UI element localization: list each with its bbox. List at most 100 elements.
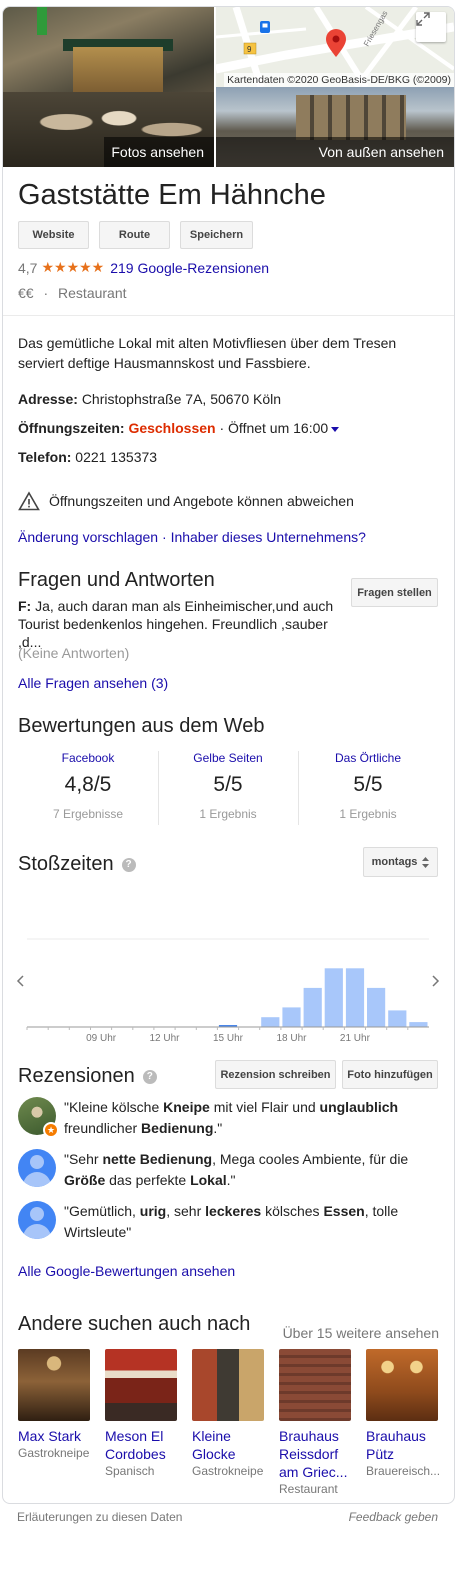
chart-bar [409, 1022, 428, 1027]
chart-bar [282, 1007, 301, 1027]
chevron-right-icon[interactable] [432, 975, 440, 987]
hours-row[interactable]: Öffnungszeiten: Geschlossen · Öffnet um … [18, 420, 340, 436]
hours-warning: Öffnungszeiten und Angebote können abwei… [18, 491, 354, 511]
meta-row: €€ · Restaurant [18, 285, 127, 301]
address-row: Adresse: Christophstraße 7A, 50670 Köln [18, 391, 281, 407]
place-name[interactable]: Brauhaus Pütz [366, 1427, 446, 1463]
review-snippet[interactable]: "Gemütlich, urig, sehr leckeres kölsches… [18, 1201, 443, 1243]
photos-tile[interactable]: Fotos ansehen [3, 7, 214, 167]
map-credit: Kartendaten ©2020 GeoBasis-DE/BKG (©2009… [224, 73, 454, 87]
place-name[interactable]: Kleine Glocke [192, 1427, 272, 1463]
address-value: Christophstraße 7A, 50670 Köln [81, 391, 282, 407]
expand-map-button[interactable] [416, 12, 446, 42]
owner-link[interactable]: Inhaber dieses Unternehmens? [171, 529, 366, 545]
phone-row: Telefon: 0221 135373 [18, 449, 157, 465]
expand-icon [416, 12, 430, 26]
phone-value[interactable]: 0221 135373 [75, 449, 157, 465]
chart-tick-label: 09 Uhr [86, 1033, 117, 1044]
hours-next: · Öffnet um 16:00 [219, 420, 329, 436]
reviews-label: Rezensionen [18, 1065, 135, 1087]
hours-status: Geschlossen [128, 420, 216, 436]
chart-bar [367, 987, 386, 1027]
chart-tick-label: 18 Uhr [276, 1033, 307, 1044]
review-snippet[interactable]: "Sehr nette Bedienung, Mega cooles Ambie… [18, 1149, 443, 1191]
related-place[interactable]: Meson El Cordobes Spanisch [105, 1349, 185, 1480]
phone-label: Telefon: [18, 449, 72, 465]
description: Das gemütliche Lokal mit alten Motivflie… [18, 335, 397, 371]
related-place[interactable]: Max Stark Gastrokneipe [18, 1349, 98, 1462]
web-review-source[interactable]: Facebook [18, 751, 158, 765]
category: Restaurant [58, 285, 127, 301]
related-place[interactable]: Brauhaus Pütz Brauereisch... [366, 1349, 446, 1480]
link-separator: · [162, 529, 167, 545]
place-name[interactable]: Brauhaus Reissdorf am Griec... [279, 1427, 359, 1481]
map-tile[interactable]: 9 Friesengas Kartendaten ©2020 GeoBasis-… [216, 7, 454, 87]
chart-tick-label: 15 Uhr [213, 1033, 244, 1044]
web-review-source[interactable]: Das Örtliche [298, 751, 438, 765]
review-snippet[interactable]: ★ "Kleine kölsche Kneipe mit viel Flair … [18, 1097, 443, 1139]
related-place[interactable]: Brauhaus Reissdorf am Griec... Restauran… [279, 1349, 359, 1498]
no-answers-label: (Keine Antworten) [18, 645, 130, 661]
place-title: Gaststätte Em Hähnche [18, 179, 326, 211]
write-review-button[interactable]: Rezension schreiben [215, 1060, 336, 1089]
address-label: Adresse: [18, 391, 78, 407]
warning-icon [18, 491, 40, 511]
data-explanation-link[interactable]: Erläuterungen zu diesen Daten [17, 1510, 182, 1524]
day-selector[interactable]: montags [363, 847, 438, 877]
place-type: Gastrokneipe [192, 1464, 264, 1478]
all-reviews-link[interactable]: Alle Google-Bewertungen ansehen [18, 1263, 235, 1279]
web-reviews-title: Bewertungen aus dem Web [18, 715, 265, 737]
suggest-edit-link[interactable]: Änderung vorschlagen [18, 529, 158, 545]
ask-question-button[interactable]: Fragen stellen [351, 578, 438, 607]
hours-label: Öffnungszeiten: [18, 420, 125, 436]
popular-times-title: Stoßzeiten? [18, 853, 136, 876]
website-button[interactable]: Website [18, 221, 89, 249]
web-review-score: 4,8/5 [64, 773, 112, 796]
more-places-link[interactable]: Über 15 weitere ansehen [283, 1325, 439, 1341]
route-button[interactable]: Route [99, 221, 170, 249]
popular-times-chart: 09 Uhr 12 Uhr 15 Uhr 18 Uhr 21 Uhr [16, 938, 440, 1044]
place-thumbnail [366, 1349, 438, 1421]
web-review-gelbe-seiten[interactable]: Gelbe Seiten 5/5 1 Ergebnis [158, 751, 298, 821]
google-reviews-link[interactable]: 219 Google-Rezensionen [110, 260, 269, 276]
chart-tick-label: 12 Uhr [149, 1033, 180, 1044]
green-banner [37, 7, 47, 35]
photo-header: Fotos ansehen 9 Friesengas Kartendaten ©… [3, 7, 454, 167]
chart-ticks: 09 Uhr 12 Uhr 15 Uhr 18 Uhr 21 Uhr [26, 1027, 409, 1044]
related-place[interactable]: Kleine Glocke Gastrokneipe [192, 1349, 272, 1480]
place-name[interactable]: Meson El Cordobes [105, 1427, 185, 1463]
web-review-source[interactable]: Gelbe Seiten [158, 751, 298, 765]
place-name[interactable]: Max Stark [18, 1427, 98, 1445]
price-level: €€ [18, 285, 34, 301]
place-thumbnail [279, 1349, 351, 1421]
review-text: "Sehr nette Bedienung, Mega cooles Ambie… [64, 1151, 409, 1188]
chart-bars [218, 968, 428, 1027]
avatar [18, 1201, 56, 1239]
save-button[interactable]: Speichern [180, 221, 253, 249]
chevron-left-icon[interactable] [16, 975, 24, 987]
streetview-caption[interactable]: Von außen ansehen [216, 137, 454, 167]
road-number: 9 [247, 45, 252, 54]
place-thumbnail [192, 1349, 264, 1421]
add-photo-button[interactable]: Foto hinzufügen [342, 1060, 438, 1089]
chart-bar [345, 968, 365, 1027]
web-review-das-oertliche[interactable]: Das Örtliche 5/5 1 Ergebnis [298, 751, 438, 821]
help-icon[interactable]: ? [142, 1069, 157, 1084]
chart-bar [388, 1010, 407, 1027]
place-thumbnail [105, 1349, 177, 1421]
review-text: "Gemütlich, urig, sehr leckeres kölsches… [64, 1203, 399, 1240]
up-down-arrows-icon [422, 856, 430, 868]
popular-times-label: Stoßzeiten [18, 853, 114, 875]
place-type: Spanisch [105, 1464, 155, 1478]
review-text: "Kleine kölsche Kneipe mit viel Flair un… [64, 1099, 399, 1136]
web-review-facebook[interactable]: Facebook 4,8/5 7 Ergebnisse [18, 751, 158, 821]
help-icon[interactable]: ? [121, 857, 136, 872]
qa-question[interactable]: F: Ja, auch daran man als Einheimischer,… [18, 597, 348, 651]
chart-bar [261, 1017, 280, 1027]
feedback-link[interactable]: Feedback geben [349, 1510, 438, 1524]
photos-caption[interactable]: Fotos ansehen [104, 137, 214, 167]
dropdown-triangle-icon[interactable] [331, 426, 340, 432]
edit-links: Änderung vorschlagen · Inhaber dieses Un… [18, 529, 366, 545]
question-prefix: F: [18, 598, 32, 614]
all-questions-link[interactable]: Alle Fragen ansehen (3) [18, 675, 168, 691]
